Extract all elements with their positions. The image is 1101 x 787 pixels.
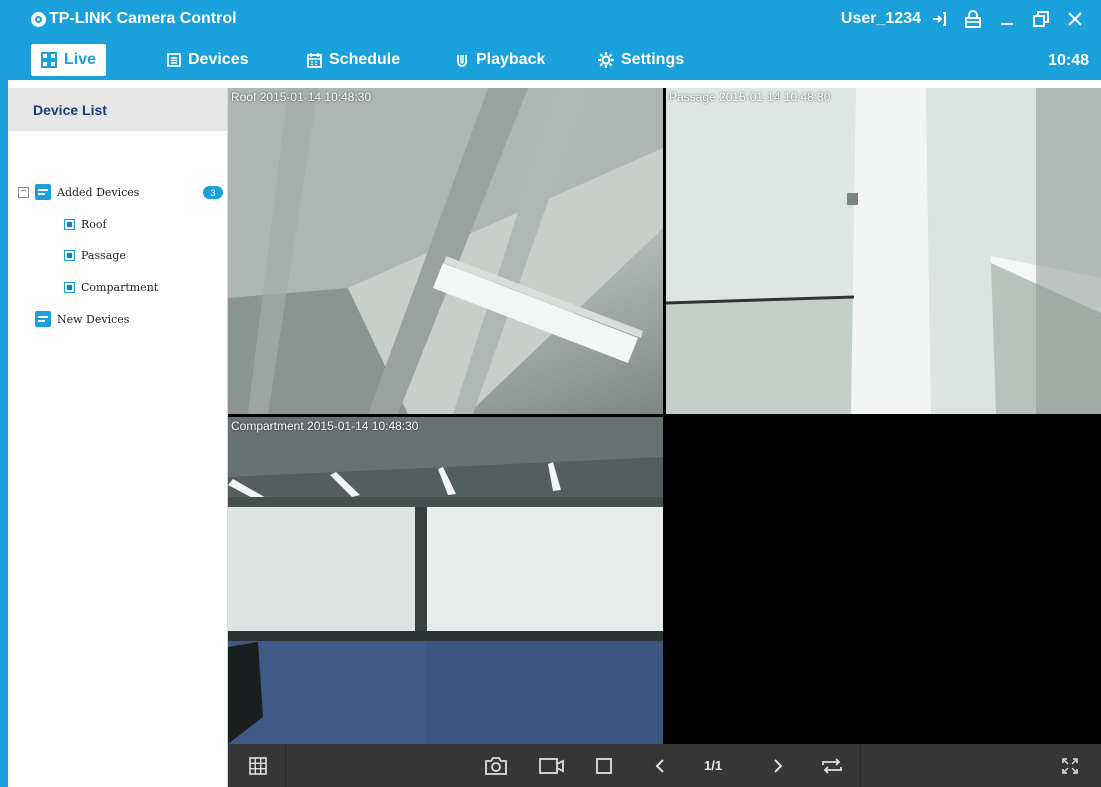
next-page-button[interactable] bbox=[758, 744, 798, 787]
cycle-icon bbox=[822, 757, 842, 774]
video-tile-compartment[interactable]: Compartment 2015-01-14 10:48:30 bbox=[228, 417, 663, 744]
title-bar: TP-LINK Camera Control User_1234 bbox=[0, 0, 1101, 40]
tree-item-passage[interactable]: Passage bbox=[64, 245, 126, 265]
device-list-panel: Device List − Added Devices 3 Roof Passa… bbox=[8, 88, 228, 787]
camera-device-icon bbox=[64, 249, 75, 261]
toolbar-separator bbox=[860, 744, 861, 787]
record-button[interactable] bbox=[532, 744, 572, 787]
device-list-icon bbox=[167, 53, 181, 67]
tree-item-label: Passage bbox=[81, 248, 126, 262]
tab-devices-label: Devices bbox=[188, 51, 249, 68]
gear-icon bbox=[598, 52, 614, 68]
window-border bbox=[0, 80, 8, 787]
video-tile-passage[interactable]: Passage 2015-01-14 10:48:30 bbox=[666, 88, 1101, 414]
lock-icon[interactable] bbox=[963, 8, 983, 30]
stop-button[interactable] bbox=[584, 744, 624, 787]
collapse-icon[interactable]: − bbox=[18, 186, 29, 198]
camera-timestamp: 2015-01-14 10:48:30 bbox=[259, 90, 372, 104]
camera-device-icon bbox=[64, 281, 75, 293]
camera-name: Passage bbox=[669, 90, 716, 104]
tab-playback[interactable]: Playback bbox=[445, 44, 555, 76]
tree-item-label: Roof bbox=[81, 217, 107, 231]
tab-playback-label: Playback bbox=[476, 51, 546, 68]
camera-name: Roof bbox=[231, 90, 257, 104]
tree-group-label: New Devices bbox=[57, 312, 130, 326]
tile-caption: Passage 2015-01-14 10:48:30 bbox=[669, 90, 830, 104]
minimize-icon[interactable] bbox=[997, 8, 1017, 30]
snapshot-icon bbox=[485, 756, 507, 775]
stop-icon bbox=[596, 757, 612, 774]
device-group-icon bbox=[35, 311, 51, 327]
prev-page-button[interactable] bbox=[640, 744, 680, 787]
roof-camera-image bbox=[228, 88, 663, 414]
tile-caption: Roof 2015-01-14 10:48:30 bbox=[231, 90, 371, 104]
username-label: User_1234 bbox=[840, 10, 921, 27]
tree-group-added-devices[interactable]: − Added Devices bbox=[18, 182, 139, 202]
page-indicator: 1/1 bbox=[704, 758, 723, 773]
tree-item-label: Compartment bbox=[81, 280, 159, 294]
fullscreen-icon bbox=[1062, 757, 1078, 774]
tab-schedule[interactable]: Schedule bbox=[297, 44, 410, 76]
tree-item-compartment[interactable]: Compartment bbox=[64, 277, 158, 297]
camera-logo-icon bbox=[31, 11, 46, 27]
layout-grid-button[interactable] bbox=[238, 744, 278, 787]
camera-timestamp: 2015-01-14 10:48:30 bbox=[719, 90, 831, 104]
tab-devices[interactable]: Devices bbox=[157, 44, 259, 76]
grid-icon bbox=[41, 52, 57, 68]
clock: 10:48 bbox=[1048, 52, 1089, 69]
tab-settings[interactable]: Settings bbox=[588, 44, 694, 76]
tab-live[interactable]: Live bbox=[31, 44, 107, 76]
tree-item-roof[interactable]: Roof bbox=[64, 214, 107, 234]
close-icon[interactable] bbox=[1065, 8, 1085, 30]
toolbar-separator bbox=[285, 744, 286, 787]
restore-icon[interactable] bbox=[1031, 8, 1051, 30]
prev-page-icon bbox=[655, 758, 664, 773]
record-icon bbox=[539, 757, 564, 774]
playback-icon bbox=[457, 54, 467, 67]
tab-schedule-label: Schedule bbox=[329, 51, 401, 68]
camera-device-icon bbox=[64, 218, 75, 230]
tree-group-label: Added Devices bbox=[57, 185, 140, 199]
tree-group-new-devices[interactable]: New Devices bbox=[35, 309, 129, 329]
device-group-icon bbox=[35, 184, 51, 200]
app-title: TP-LINK Camera Control bbox=[31, 10, 237, 28]
live-toolbar: 1/1 bbox=[228, 744, 1101, 787]
camera-name: Compartment bbox=[231, 419, 304, 433]
device-count-badge: 3 bbox=[203, 186, 223, 199]
passage-camera-image bbox=[666, 88, 1101, 414]
main-tab-bar: Live Devices Schedule Playback Settings … bbox=[0, 40, 1101, 80]
window-controls: User_1234 bbox=[841, 8, 1085, 30]
cycle-button[interactable] bbox=[812, 744, 852, 787]
device-list-title: Device List bbox=[8, 88, 227, 131]
fullscreen-button[interactable] bbox=[1050, 744, 1090, 787]
camera-timestamp: 2015-01-14 10:48:30 bbox=[307, 419, 419, 433]
app-title-text: TP-LINK Camera Control bbox=[49, 10, 237, 27]
tab-settings-label: Settings bbox=[621, 51, 685, 68]
compartment-camera-image bbox=[228, 417, 663, 744]
tab-live-label: Live bbox=[64, 51, 97, 68]
layout-grid-icon bbox=[249, 756, 267, 775]
live-video-grid: Roof 2015-01-14 10:48:30 Passage 2015-01… bbox=[228, 88, 1101, 744]
logout-icon[interactable] bbox=[929, 8, 949, 30]
video-tile-roof[interactable]: Roof 2015-01-14 10:48:30 bbox=[228, 88, 663, 414]
snapshot-button[interactable] bbox=[476, 744, 516, 787]
next-page-icon bbox=[774, 758, 783, 773]
video-tile-empty[interactable] bbox=[666, 417, 1101, 744]
tile-caption: Compartment 2015-01-14 10:48:30 bbox=[231, 419, 418, 433]
calendar-icon bbox=[307, 52, 322, 68]
